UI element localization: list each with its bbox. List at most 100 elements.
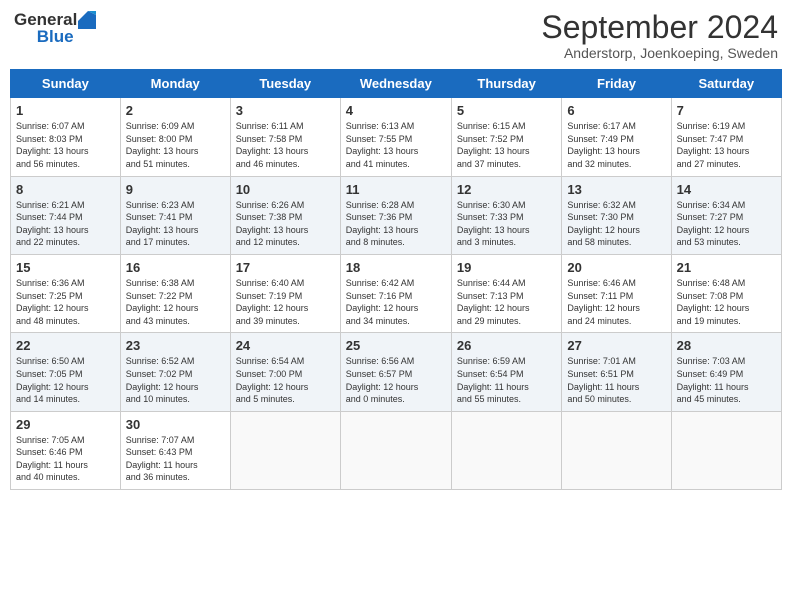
calendar-day-cell: 11 Sunrise: 6:28 AM Sunset: 7:36 PM Dayli…: [340, 176, 451, 254]
calendar-day-cell: [671, 411, 781, 489]
day-number: 22: [16, 338, 115, 353]
calendar-day-cell: 26 Sunrise: 6:59 AM Sunset: 6:54 PM Dayli…: [451, 333, 561, 411]
calendar-day-cell: 25 Sunrise: 6:56 AM Sunset: 6:57 PM Dayli…: [340, 333, 451, 411]
calendar-day-cell: 5 Sunrise: 6:15 AM Sunset: 7:52 PM Daylig…: [451, 98, 561, 176]
weekday-header: Sunday: [11, 70, 121, 98]
weekday-header-row: SundayMondayTuesdayWednesdayThursdayFrid…: [11, 70, 782, 98]
day-number: 3: [236, 103, 335, 118]
weekday-header: Wednesday: [340, 70, 451, 98]
day-info: Sunrise: 7:07 AM Sunset: 6:43 PM Dayligh…: [126, 434, 225, 484]
day-number: 8: [16, 182, 115, 197]
day-info: Sunrise: 6:40 AM Sunset: 7:19 PM Dayligh…: [236, 277, 335, 327]
calendar-day-cell: 16Sunrise: 6:38 AM Sunset: 7:22 PM Dayli…: [120, 254, 230, 332]
calendar-day-cell: 8 Sunrise: 6:21 AM Sunset: 7:44 PM Daylig…: [11, 176, 121, 254]
calendar-week-row: 8 Sunrise: 6:21 AM Sunset: 7:44 PM Daylig…: [11, 176, 782, 254]
day-info: Sunrise: 6:46 AM Sunset: 7:11 PM Dayligh…: [567, 277, 665, 327]
day-number: 10: [236, 182, 335, 197]
calendar-day-cell: 17 Sunrise: 6:40 AM Sunset: 7:19 PM Dayli…: [230, 254, 340, 332]
calendar-week-row: 22Sunrise: 6:50 AM Sunset: 7:05 PM Dayli…: [11, 333, 782, 411]
day-number: 13: [567, 182, 665, 197]
calendar-day-cell: 18 Sunrise: 6:42 AM Sunset: 7:16 PM Dayli…: [340, 254, 451, 332]
location-title: Anderstorp, Joenkoeping, Sweden: [541, 45, 778, 61]
day-info: Sunrise: 6:34 AM Sunset: 7:27 PM Dayligh…: [677, 199, 776, 249]
calendar-day-cell: 10 Sunrise: 6:26 AM Sunset: 7:38 PM Dayli…: [230, 176, 340, 254]
weekday-header: Friday: [562, 70, 671, 98]
calendar-day-cell: [451, 411, 561, 489]
calendar-day-cell: 22Sunrise: 6:50 AM Sunset: 7:05 PM Dayli…: [11, 333, 121, 411]
day-number: 17: [236, 260, 335, 275]
weekday-header: Tuesday: [230, 70, 340, 98]
calendar-day-cell: 12 Sunrise: 6:30 AM Sunset: 7:33 PM Dayli…: [451, 176, 561, 254]
calendar-day-cell: 4 Sunrise: 6:13 AM Sunset: 7:55 PM Daylig…: [340, 98, 451, 176]
day-number: 21: [677, 260, 776, 275]
day-info: Sunrise: 6:44 AM Sunset: 7:13 PM Dayligh…: [457, 277, 556, 327]
day-number: 27: [567, 338, 665, 353]
day-info: Sunrise: 6:38 AM Sunset: 7:22 PM Dayligh…: [126, 277, 225, 327]
day-number: 9: [126, 182, 225, 197]
day-number: 28: [677, 338, 776, 353]
day-number: 15: [16, 260, 115, 275]
page-header: General Blue September 2024 Anderstorp, …: [10, 10, 782, 61]
calendar-day-cell: 24Sunrise: 6:54 AM Sunset: 7:00 PM Dayli…: [230, 333, 340, 411]
day-info: Sunrise: 6:36 AM Sunset: 7:25 PM Dayligh…: [16, 277, 115, 327]
calendar-day-cell: [562, 411, 671, 489]
calendar-day-cell: 6Sunrise: 6:17 AM Sunset: 7:49 PM Daylig…: [562, 98, 671, 176]
logo: General Blue: [14, 10, 96, 47]
day-number: 11: [346, 182, 446, 197]
day-number: 14: [677, 182, 776, 197]
day-info: Sunrise: 6:15 AM Sunset: 7:52 PM Dayligh…: [457, 120, 556, 170]
day-number: 12: [457, 182, 556, 197]
day-info: Sunrise: 6:21 AM Sunset: 7:44 PM Dayligh…: [16, 199, 115, 249]
day-info: Sunrise: 6:48 AM Sunset: 7:08 PM Dayligh…: [677, 277, 776, 327]
day-number: 1: [16, 103, 115, 118]
day-info: Sunrise: 6:26 AM Sunset: 7:38 PM Dayligh…: [236, 199, 335, 249]
calendar-day-cell: 2 Sunrise: 6:09 AM Sunset: 8:00 PM Daylig…: [120, 98, 230, 176]
day-number: 20: [567, 260, 665, 275]
day-info: Sunrise: 6:09 AM Sunset: 8:00 PM Dayligh…: [126, 120, 225, 170]
day-info: Sunrise: 6:32 AM Sunset: 7:30 PM Dayligh…: [567, 199, 665, 249]
calendar-day-cell: 13 Sunrise: 6:32 AM Sunset: 7:30 PM Dayli…: [562, 176, 671, 254]
day-info: Sunrise: 6:28 AM Sunset: 7:36 PM Dayligh…: [346, 199, 446, 249]
day-info: Sunrise: 6:23 AM Sunset: 7:41 PM Dayligh…: [126, 199, 225, 249]
calendar-day-cell: 29Sunrise: 7:05 AM Sunset: 6:46 PM Dayli…: [11, 411, 121, 489]
day-info: Sunrise: 6:19 AM Sunset: 7:47 PM Dayligh…: [677, 120, 776, 170]
calendar-day-cell: 7 Sunrise: 6:19 AM Sunset: 7:47 PM Daylig…: [671, 98, 781, 176]
day-number: 30: [126, 417, 225, 432]
calendar-week-row: 15 Sunrise: 6:36 AM Sunset: 7:25 PM Dayli…: [11, 254, 782, 332]
day-number: 18: [346, 260, 446, 275]
calendar-day-cell: 30 Sunrise: 7:07 AM Sunset: 6:43 PM Dayli…: [120, 411, 230, 489]
day-number: 7: [677, 103, 776, 118]
calendar-day-cell: 21 Sunrise: 6:48 AM Sunset: 7:08 PM Dayli…: [671, 254, 781, 332]
calendar-week-row: 1 Sunrise: 6:07 AM Sunset: 8:03 PM Daylig…: [11, 98, 782, 176]
day-info: Sunrise: 7:03 AM Sunset: 6:49 PM Dayligh…: [677, 355, 776, 405]
logo-blue: Blue: [37, 27, 74, 47]
title-block: September 2024 Anderstorp, Joenkoeping, …: [541, 10, 778, 61]
day-number: 5: [457, 103, 556, 118]
day-number: 4: [346, 103, 446, 118]
day-info: Sunrise: 6:13 AM Sunset: 7:55 PM Dayligh…: [346, 120, 446, 170]
calendar-day-cell: 23Sunrise: 6:52 AM Sunset: 7:02 PM Dayli…: [120, 333, 230, 411]
day-info: Sunrise: 6:59 AM Sunset: 6:54 PM Dayligh…: [457, 355, 556, 405]
day-info: Sunrise: 6:42 AM Sunset: 7:16 PM Dayligh…: [346, 277, 446, 327]
day-number: 26: [457, 338, 556, 353]
calendar-day-cell: 3 Sunrise: 6:11 AM Sunset: 7:58 PM Daylig…: [230, 98, 340, 176]
weekday-header: Thursday: [451, 70, 561, 98]
calendar-week-row: 29Sunrise: 7:05 AM Sunset: 6:46 PM Dayli…: [11, 411, 782, 489]
day-number: 24: [236, 338, 335, 353]
calendar-day-cell: 1 Sunrise: 6:07 AM Sunset: 8:03 PM Daylig…: [11, 98, 121, 176]
day-info: Sunrise: 7:01 AM Sunset: 6:51 PM Dayligh…: [567, 355, 665, 405]
day-info: Sunrise: 6:07 AM Sunset: 8:03 PM Dayligh…: [16, 120, 115, 170]
day-number: 29: [16, 417, 115, 432]
calendar-table: SundayMondayTuesdayWednesdayThursdayFrid…: [10, 69, 782, 490]
day-info: Sunrise: 6:11 AM Sunset: 7:58 PM Dayligh…: [236, 120, 335, 170]
day-info: Sunrise: 6:56 AM Sunset: 6:57 PM Dayligh…: [346, 355, 446, 405]
calendar-day-cell: [340, 411, 451, 489]
calendar-day-cell: [230, 411, 340, 489]
calendar-day-cell: 19Sunrise: 6:44 AM Sunset: 7:13 PM Dayli…: [451, 254, 561, 332]
day-number: 25: [346, 338, 446, 353]
day-number: 23: [126, 338, 225, 353]
calendar-day-cell: 27 Sunrise: 7:01 AM Sunset: 6:51 PM Dayli…: [562, 333, 671, 411]
day-info: Sunrise: 6:30 AM Sunset: 7:33 PM Dayligh…: [457, 199, 556, 249]
month-title: September 2024: [541, 10, 778, 45]
day-number: 2: [126, 103, 225, 118]
